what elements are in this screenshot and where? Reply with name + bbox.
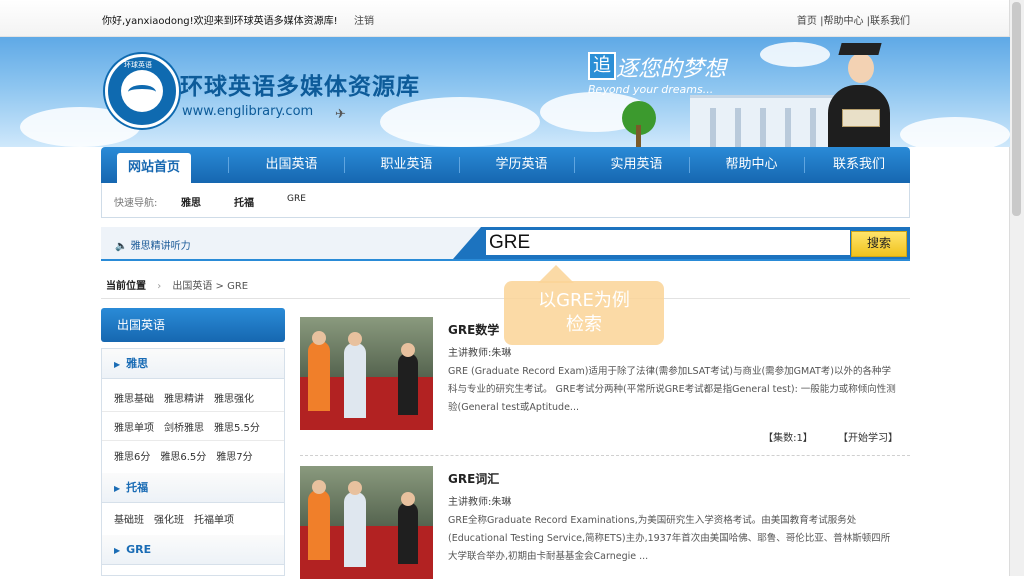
sidebar-link[interactable]: 强化班: [154, 515, 184, 526]
plane-icon: ✈: [335, 107, 346, 122]
cloud-decoration: [900, 117, 1010, 147]
breadcrumb-path[interactable]: 出国英语 > GRE: [172, 281, 248, 292]
top-links[interactable]: 首页 |帮助中心 |联系我们: [797, 12, 910, 27]
triangle-right-icon: ▶: [114, 484, 121, 493]
sidebar-link[interactable]: 雅思6.5分: [160, 452, 206, 463]
breadcrumb: 当前位置 › 出国英语 > GRE: [106, 277, 248, 292]
scrollbar-thumb[interactable]: [1012, 2, 1021, 216]
episode-count: 【集数:1】: [763, 433, 813, 444]
bird-icon: [128, 85, 156, 99]
sidebar-link[interactable]: 雅思精讲: [164, 394, 204, 405]
main-nav: 网站首页 出国英语 职业英语 学历英语 实用英语 帮助中心 联系我们: [101, 147, 910, 183]
callout-line-1: 以GRE为例: [538, 290, 630, 311]
breadcrumb-label: 当前位置: [106, 281, 146, 292]
slogan-box: 追: [588, 52, 616, 80]
search-input[interactable]: GRE: [486, 230, 850, 255]
course-teacher: 主讲教师:朱琳: [448, 497, 512, 508]
quick-nav-label: 快速导航:: [114, 198, 158, 209]
callout-line-2: 检索: [566, 314, 602, 335]
welcome-text: 你好,yanxiaodong!欢迎来到环球英语多媒体资源库!: [102, 16, 338, 27]
triangle-right-icon: ▶: [114, 546, 121, 555]
books-icon: [842, 109, 880, 127]
sidebar-link[interactable]: 剑桥雅思: [164, 423, 204, 434]
course-meta: 【集数:1】 【开始学习】: [741, 429, 898, 444]
sidebar-link[interactable]: 雅思7分: [216, 452, 252, 463]
quick-link-toefl[interactable]: 托福: [234, 194, 254, 209]
cloud-decoration: [380, 97, 540, 147]
category-label: 雅思: [126, 357, 149, 370]
nav-study-abroad[interactable]: 出国英语: [234, 147, 349, 183]
nav-practical-english[interactable]: 实用英语: [579, 147, 694, 183]
course-description: GRE (Graduate Record Exam)适用于除了法律(需参加LSA…: [448, 366, 896, 413]
tree-trunk: [636, 125, 641, 147]
graduate-head: [848, 53, 874, 83]
nav-academic-english[interactable]: 学历英语: [464, 147, 579, 183]
sidebar-category-gre[interactable]: ▶ GRE: [102, 535, 284, 565]
sidebar: ▶ 雅思 雅思基础 雅思精讲 雅思强化 雅思单项 剑桥雅思 雅思5.5分 雅思6分 雅思6.…: [101, 348, 285, 576]
sidebar-link[interactable]: 基础班: [114, 515, 144, 526]
search-bar: 🔈 雅思精讲听力 GRE 搜索: [101, 227, 910, 261]
cloud-decoration: [760, 42, 830, 67]
course-description: GRE全称Graduate Record Examinations,为美国研究生…: [448, 515, 891, 562]
speaker-icon: 🔈: [115, 241, 128, 252]
quick-link-gre[interactable]: GRE: [287, 194, 306, 204]
sidebar-link[interactable]: 雅思强化: [214, 394, 254, 405]
page-scrollbar[interactable]: [1009, 0, 1024, 576]
course-thumbnail[interactable]: [300, 317, 433, 430]
sidebar-link[interactable]: 雅思5.5分: [214, 423, 260, 434]
site-title: 环球英语多媒体资源库: [180, 74, 420, 100]
course-item: GRE词汇 主讲教师:朱琳 GRE全称Graduate Record Exami…: [300, 466, 910, 579]
sidebar-category-ielts[interactable]: ▶ 雅思: [102, 349, 284, 379]
graduation-cap-icon: [838, 43, 882, 55]
category-label: GRE: [126, 543, 152, 556]
logout-link[interactable]: 注销: [354, 12, 374, 27]
site-url: www.englibrary.com: [182, 104, 314, 119]
top-bar: 你好,yanxiaodong!欢迎来到环球英语多媒体资源库! 注销 首页 |帮助…: [0, 0, 1010, 37]
triangle-right-icon: ▶: [114, 360, 121, 369]
featured-course-label: 雅思精讲听力: [130, 241, 191, 252]
course-thumbnail[interactable]: [300, 466, 433, 579]
annotation-callout: 以GRE为例 检索: [504, 281, 664, 345]
sidebar-link[interactable]: 托福单项: [194, 515, 234, 526]
sub-row: 雅思单项 剑桥雅思 雅思5.5分: [114, 419, 270, 434]
sub-row: 雅思基础 雅思精讲 雅思强化: [114, 390, 264, 405]
sub-row: 基础班 强化班 托福单项: [114, 511, 244, 526]
featured-course-link[interactable]: 🔈 雅思精讲听力: [115, 237, 191, 252]
sidebar-header[interactable]: 出国英语: [101, 308, 285, 342]
sub-row: 雅思6分 雅思6.5分 雅思7分: [114, 448, 263, 463]
nav-career-english[interactable]: 职业英语: [349, 147, 464, 183]
quick-nav: 快速导航: 雅思 托福 GRE: [101, 183, 910, 218]
course-divider: [300, 455, 910, 457]
sidebar-link[interactable]: 雅思单项: [114, 423, 154, 434]
nav-contact[interactable]: 联系我们: [789, 147, 929, 183]
breadcrumb-chevron-icon: ›: [157, 281, 162, 292]
sidebar-category-toefl[interactable]: ▶ 托福: [102, 473, 284, 503]
logo-text: 环球英语: [124, 61, 152, 69]
course-title[interactable]: GRE数学: [448, 321, 499, 338]
banner: 环球英语 环球英语多媒体资源库 www.englibrary.com ✈ 追 逐…: [0, 37, 1010, 147]
search-button[interactable]: 搜索: [851, 231, 907, 257]
quick-link-ielts[interactable]: 雅思: [181, 194, 201, 209]
start-learning-link[interactable]: 【开始学习】: [838, 433, 898, 444]
sidebar-link[interactable]: 雅思基础: [114, 394, 154, 405]
nav-home[interactable]: 网站首页: [117, 153, 191, 183]
slogan: 逐您的梦想: [616, 57, 727, 82]
course-title[interactable]: GRE词汇: [448, 470, 499, 487]
site-logo[interactable]: 环球英语: [105, 54, 179, 128]
course-teacher: 主讲教师:朱琳: [448, 348, 512, 359]
category-label: 托福: [126, 481, 149, 494]
sidebar-link[interactable]: 雅思6分: [114, 452, 150, 463]
